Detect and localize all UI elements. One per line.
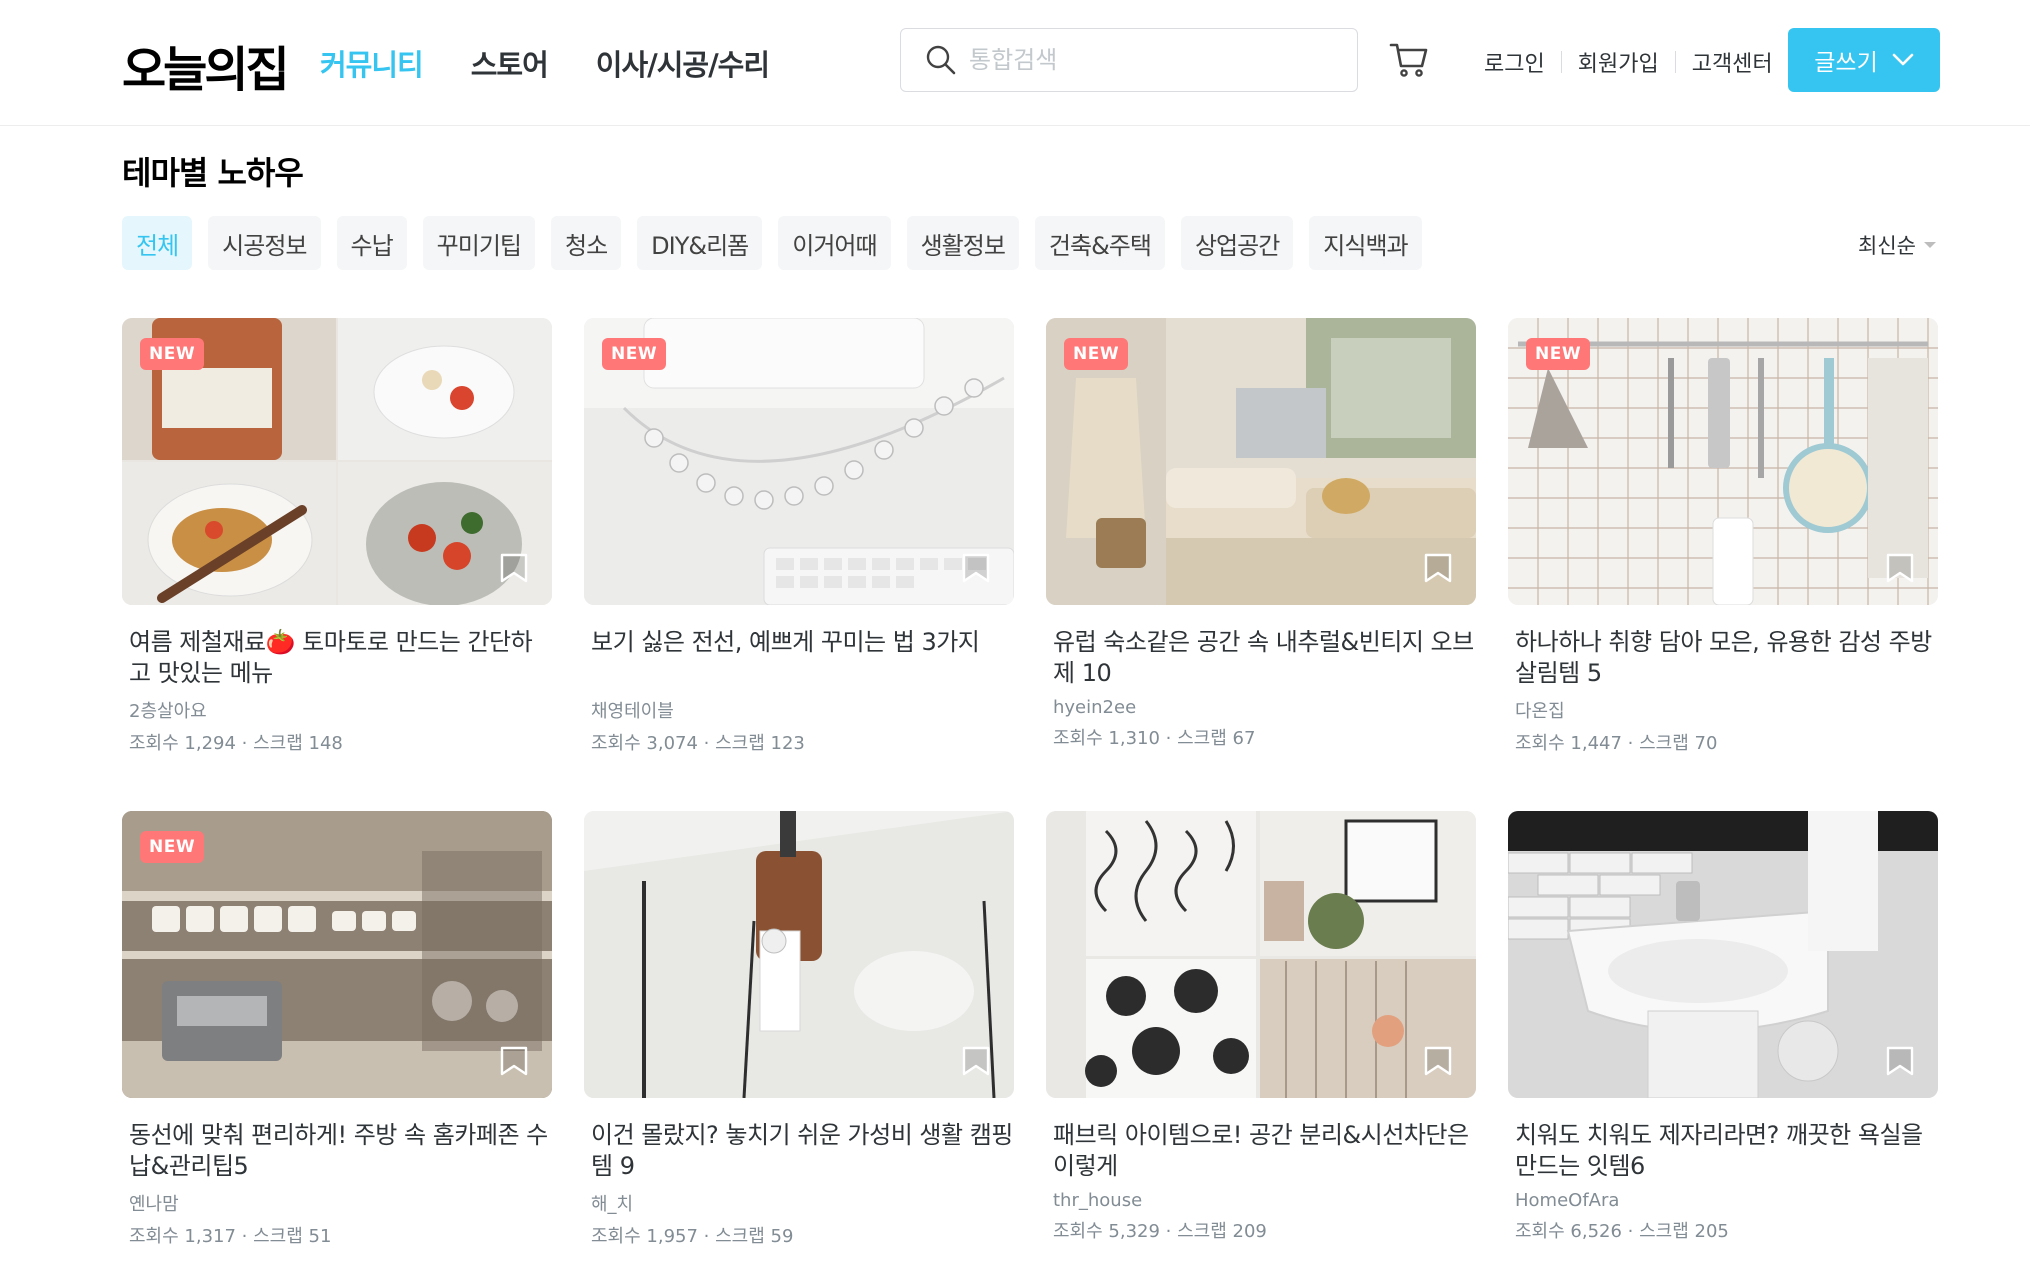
card-author[interactable]: 채영테이블 [584, 697, 1014, 723]
bookmark-icon[interactable] [500, 553, 528, 583]
sort-dropdown[interactable]: 최신순 [1858, 230, 1936, 260]
bookmark-icon[interactable] [1424, 1046, 1452, 1076]
card-thumbnail: NEW [122, 811, 552, 1098]
sort-label: 최신순 [1858, 234, 1916, 258]
nav-community[interactable]: 커뮤니티 [320, 42, 424, 84]
card-thumbnail [1046, 811, 1476, 1098]
chip-cleaning[interactable]: 청소 [551, 216, 622, 270]
card-title[interactable]: 보기 싫은 전선, 예쁘게 꾸미는 법 3가지 [584, 627, 1014, 689]
nav-store[interactable]: 스토어 [471, 42, 549, 84]
card-title[interactable]: 동선에 맞춰 편리하게! 주방 속 홈카페존 수납&관리팁5 [122, 1120, 552, 1182]
new-badge: NEW [602, 338, 667, 370]
chevron-down-icon [1892, 53, 1914, 66]
card-author[interactable]: 다온집 [1508, 697, 1938, 723]
write-button-label: 글쓰기 [1814, 50, 1878, 76]
search-icon [926, 45, 956, 75]
chip-architecture[interactable]: 건축&주택 [1034, 216, 1165, 270]
util-links: 로그인 회원가입 고객센터 [1468, 46, 1789, 78]
logo[interactable]: 오늘의집 [122, 30, 290, 100]
card-author[interactable]: HomeOfAra [1508, 1190, 1938, 1211]
card-author[interactable]: 2층살아요 [122, 697, 552, 723]
card-stats: 조회수 5,329 · 스크랩 209 [1053, 1221, 1267, 1242]
card-thumbnail [1508, 811, 1938, 1098]
signup-link[interactable]: 회원가입 [1562, 46, 1675, 78]
chip-commercial[interactable]: 상업공간 [1180, 216, 1294, 270]
card-author[interactable]: thr_house [1046, 1190, 1476, 1211]
new-badge: NEW [140, 831, 205, 863]
card-grid: NEW 여름 제철재료🍅 토마토로 만드는 간단하고 맛있는 메뉴 2층살아요 … [122, 318, 1940, 1248]
card-thumbnail: NEW [584, 318, 1014, 605]
card-stats: 조회수 3,074 · 스크랩 123 [591, 733, 805, 754]
article-card[interactable]: 치워도 치워도 제자리라면? 깨끗한 욕실을 만드는 잇템6 HomeOfAra… [1508, 811, 1938, 1248]
article-card[interactable]: NEW 여름 제철재료🍅 토마토로 만드는 간단하고 맛있는 메뉴 2층살아요 … [122, 318, 552, 755]
card-thumbnail: NEW [1046, 318, 1476, 605]
article-card[interactable]: 패브릭 아이템으로! 공간 분리&시선차단은 이렇게 thr_house 조회수… [1046, 811, 1476, 1248]
card-title[interactable]: 치워도 치워도 제자리라면? 깨끗한 욕실을 만드는 잇템6 [1508, 1120, 1938, 1182]
article-card[interactable]: NEW 유럽 숙소같은 공간 속 내추럴&빈티지 오브제 10 hyein2ee… [1046, 318, 1476, 755]
card-title[interactable]: 이건 몰랐지? 놓치기 쉬운 가성비 생활 캠핑템 9 [584, 1120, 1014, 1182]
search-box[interactable] [900, 28, 1358, 92]
article-card[interactable]: NEW 동선에 맞춰 편리하게! 주방 속 홈카페존 수납&관리팁5 옌나맘 조… [122, 811, 552, 1248]
card-stats: 조회수 1,447 · 스크랩 70 [1515, 733, 1718, 754]
card-title[interactable]: 하나하나 취향 담아 모은, 유용한 감성 주방 살림템 5 [1508, 627, 1938, 689]
bookmark-icon[interactable] [1886, 1046, 1914, 1076]
search-input[interactable] [969, 46, 1329, 74]
bookmark-icon[interactable] [1886, 553, 1914, 583]
card-title[interactable]: 여름 제철재료🍅 토마토로 만드는 간단하고 맛있는 메뉴 [122, 627, 552, 689]
chip-construction-info[interactable]: 시공정보 [208, 216, 321, 270]
card-thumbnail [584, 811, 1014, 1098]
card-stats: 조회수 6,526 · 스크랩 205 [1515, 1221, 1729, 1242]
caret-down-icon [1923, 242, 1936, 248]
card-title[interactable]: 패브릭 아이템으로! 공간 분리&시선차단은 이렇게 [1046, 1120, 1476, 1182]
camping-tent-image [584, 811, 1014, 1098]
write-button[interactable]: 글쓰기 [1788, 28, 1940, 92]
bookmark-icon[interactable] [1424, 553, 1452, 583]
bathroom-sink-image [1508, 811, 1938, 1098]
chip-all[interactable]: 전체 [122, 216, 193, 270]
login-link[interactable]: 로그인 [1468, 46, 1561, 78]
cart-button[interactable] [1388, 38, 1430, 84]
card-stats: 조회수 1,317 · 스크랩 51 [129, 1226, 332, 1247]
fabric-curtain-image [1046, 811, 1476, 1098]
chip-diy[interactable]: DIY&리폼 [637, 216, 763, 270]
nav-moving-repair[interactable]: 이사/시공/수리 [596, 42, 770, 84]
bookmark-icon[interactable] [962, 553, 990, 583]
bookmark-icon[interactable] [500, 1046, 528, 1076]
chip-decor-tips[interactable]: 꾸미기팁 [422, 216, 535, 270]
article-card[interactable]: 이건 몰랐지? 놓치기 쉬운 가성비 생활 캠핑템 9 해_치 조회수 1,95… [584, 811, 1014, 1248]
article-card[interactable]: NEW 하나하나 취향 담아 모은, 유용한 감성 주방 살림템 5 다온집 조… [1508, 318, 1938, 755]
cart-icon [1389, 43, 1428, 77]
bookmark-icon[interactable] [962, 1046, 990, 1076]
article-card[interactable]: NEW 보기 싫은 전선, 예쁘게 꾸미는 법 3가지 채영테이블 조회수 3,… [584, 318, 1014, 755]
card-author[interactable]: hyein2ee [1046, 697, 1476, 718]
customer-center-link[interactable]: 고객센터 [1676, 46, 1789, 78]
card-thumbnail: NEW [1508, 318, 1938, 605]
section-title: 테마별 노하우 [122, 154, 304, 192]
card-stats: 조회수 1,310 · 스크랩 67 [1053, 728, 1256, 749]
new-badge: NEW [140, 338, 205, 370]
chip-storage[interactable]: 수납 [336, 216, 407, 270]
chip-how-about[interactable]: 이거어때 [778, 216, 891, 270]
card-stats: 조회수 1,294 · 스크랩 148 [129, 733, 343, 754]
card-stats: 조회수 1,957 · 스크랩 59 [591, 1226, 794, 1247]
main-nav: 커뮤니티 스토어 이사/시공/수리 [320, 42, 770, 84]
top-header: 오늘의집 커뮤니티 스토어 이사/시공/수리 로그인 회원가입 고객센터 글쓰기 [0, 0, 2030, 126]
card-author[interactable]: 해_치 [584, 1190, 1014, 1216]
chip-life-info[interactable]: 생활정보 [906, 216, 1019, 270]
card-title[interactable]: 유럽 숙소같은 공간 속 내추럴&빈티지 오브제 10 [1046, 627, 1476, 689]
card-author[interactable]: 옌나맘 [122, 1190, 552, 1216]
new-badge: NEW [1526, 338, 1591, 370]
card-thumbnail: NEW [122, 318, 552, 605]
chip-knowledge[interactable]: 지식백과 [1309, 216, 1422, 270]
new-badge: NEW [1064, 338, 1129, 370]
category-chips: 전체 시공정보 수납 꾸미기팁 청소 DIY&리폼 이거어때 생활정보 건축&주… [122, 216, 1422, 270]
